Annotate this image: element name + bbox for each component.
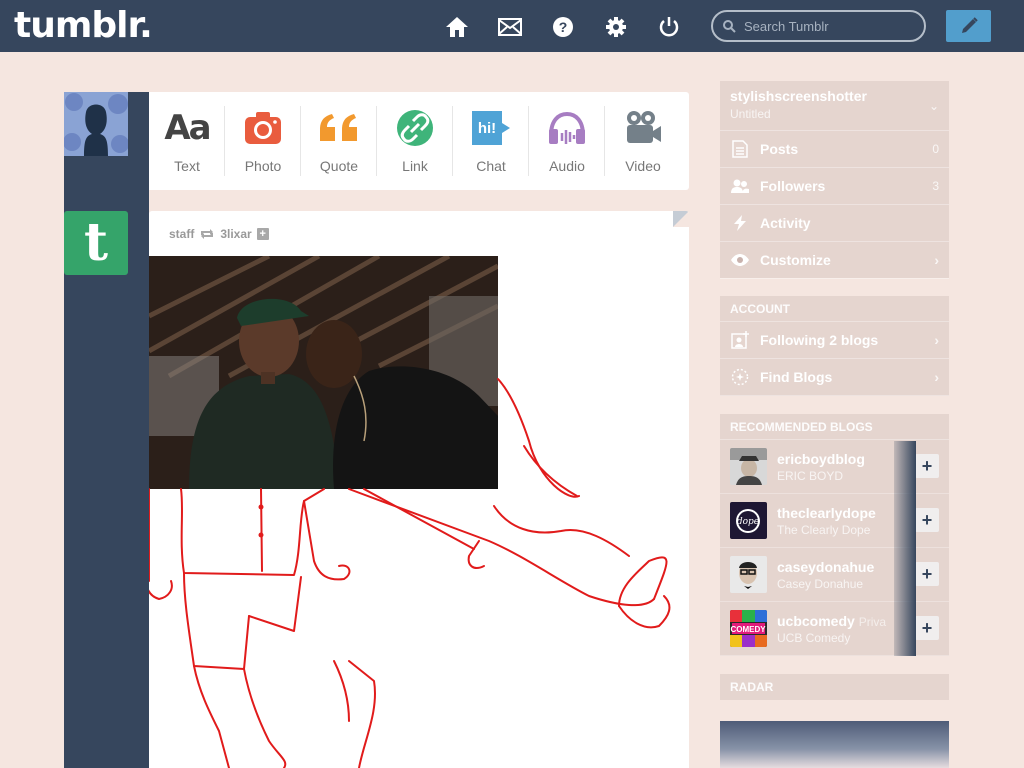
blog-avatar bbox=[730, 448, 767, 485]
following-icon bbox=[730, 330, 750, 350]
dashboard-column bbox=[64, 92, 149, 768]
compose-button[interactable] bbox=[946, 10, 991, 42]
blog-extra-label: Priva bbox=[858, 614, 887, 629]
mail-icon[interactable] bbox=[497, 14, 523, 40]
blog-avatar: dope bbox=[730, 502, 767, 539]
svg-text:hi!: hi! bbox=[478, 120, 496, 137]
sidebar-item-label: Find Blogs bbox=[760, 369, 833, 385]
sidebar-item-followers[interactable]: Followers 3 bbox=[720, 168, 949, 205]
blog-name: caseydonahue bbox=[777, 558, 875, 575]
blog-avatar bbox=[730, 556, 767, 593]
blog-name: theclearlydope bbox=[777, 504, 876, 521]
quote-icon bbox=[318, 108, 360, 148]
blog-header[interactable]: stylishscreenshotter Untitled ⌄ bbox=[720, 81, 949, 131]
radar-section-title: RADAR bbox=[730, 680, 774, 694]
blog-title: ERIC BOYD bbox=[777, 468, 844, 483]
sidebar-item-label: Activity bbox=[760, 215, 811, 231]
follow-button[interactable]: + bbox=[915, 508, 939, 532]
post-type-label: Video bbox=[625, 158, 661, 174]
power-icon[interactable] bbox=[656, 14, 682, 40]
sidebar-item-posts[interactable]: Posts 0 bbox=[720, 131, 949, 168]
followers-icon bbox=[730, 176, 750, 196]
posts-count: 0 bbox=[932, 142, 939, 156]
chevron-right-icon: › bbox=[934, 369, 939, 385]
search-input[interactable] bbox=[744, 18, 914, 34]
blog-name: ericboydblog bbox=[777, 450, 865, 467]
post-type-link[interactable]: Link bbox=[377, 92, 453, 190]
blog-title: The Clearly Dope bbox=[777, 522, 871, 537]
post-type-label: Chat bbox=[476, 158, 506, 174]
tumblr-logo[interactable]: tumblr. bbox=[14, 6, 153, 46]
recommended-section-title: RECOMMENDED BLOGS bbox=[720, 414, 949, 440]
post-type-label: Photo bbox=[244, 158, 282, 174]
video-camera-icon bbox=[623, 108, 663, 148]
post-type-quote[interactable]: Quote bbox=[301, 92, 377, 190]
post-type-bar: Aa Text Photo Quote Link hi! Chat Audio bbox=[149, 92, 689, 190]
follow-button[interactable]: + bbox=[915, 454, 939, 478]
post-type-label: Text bbox=[174, 158, 200, 174]
pencil-icon bbox=[961, 17, 978, 33]
post-type-video[interactable]: Video bbox=[605, 92, 681, 190]
user-avatar[interactable] bbox=[64, 92, 128, 156]
post-type-audio[interactable]: Audio bbox=[529, 92, 605, 190]
post-card: staff 3lixar + bbox=[149, 211, 689, 768]
svg-text:COMEDY: COMEDY bbox=[730, 625, 766, 634]
blog-menu: stylishscreenshotter Untitled ⌄ Posts 0 … bbox=[720, 81, 949, 279]
sidebar-item-find-blogs[interactable]: Find Blogs › bbox=[720, 359, 949, 396]
headphones-icon bbox=[547, 108, 587, 148]
sidebar-item-label: Followers bbox=[760, 178, 826, 194]
sidebar-item-label: Following 2 blogs bbox=[760, 332, 879, 348]
recommended-scroll-shade bbox=[894, 441, 916, 656]
top-header: tumblr. ? bbox=[0, 0, 1024, 52]
sidebar-item-following[interactable]: Following 2 blogs › bbox=[720, 322, 949, 359]
followers-count: 3 bbox=[932, 179, 939, 193]
eye-icon bbox=[730, 250, 750, 270]
staff-avatar[interactable]: t bbox=[64, 211, 128, 275]
text-icon: Aa bbox=[164, 108, 211, 148]
search-box[interactable] bbox=[711, 10, 926, 42]
chevron-down-icon: ⌄ bbox=[928, 99, 939, 113]
svg-text:dope: dope bbox=[737, 517, 759, 527]
blog-title: Casey Donahue bbox=[777, 576, 864, 591]
blog-name: stylishscreenshotter bbox=[730, 88, 867, 104]
post-type-photo[interactable]: Photo bbox=[225, 92, 301, 190]
blog-avatar: COMEDY bbox=[730, 610, 767, 647]
lightning-icon bbox=[730, 213, 750, 233]
radar-section: RADAR bbox=[720, 674, 949, 700]
radar-image[interactable] bbox=[720, 721, 949, 768]
search-icon bbox=[723, 19, 736, 33]
chat-icon: hi! bbox=[470, 108, 512, 148]
find-blogs-icon bbox=[730, 367, 750, 387]
blog-title: UCB Comedy bbox=[777, 630, 851, 645]
link-icon bbox=[396, 108, 434, 148]
account-section-title: ACCOUNT bbox=[720, 296, 949, 322]
chevron-right-icon: › bbox=[934, 332, 939, 348]
account-menu: ACCOUNT Following 2 blogs › Find Blogs › bbox=[720, 296, 949, 396]
camera-icon bbox=[244, 108, 282, 148]
post-type-label: Audio bbox=[549, 158, 585, 174]
blog-name: ucbcomedy Priva bbox=[777, 612, 887, 629]
sidebar-item-label: Posts bbox=[760, 141, 799, 157]
svg-text:?: ? bbox=[559, 19, 568, 35]
home-icon[interactable] bbox=[444, 14, 470, 40]
blog-title: Untitled bbox=[730, 107, 771, 121]
post-type-label: Quote bbox=[319, 158, 359, 174]
sidebar-item-activity[interactable]: Activity bbox=[720, 205, 949, 242]
gear-icon[interactable] bbox=[603, 14, 629, 40]
help-icon[interactable]: ? bbox=[550, 14, 576, 40]
sidebar-item-customize[interactable]: Customize › bbox=[720, 242, 949, 279]
chevron-right-icon: › bbox=[934, 252, 939, 268]
post-type-chat[interactable]: hi! Chat bbox=[453, 92, 529, 190]
follow-button[interactable]: + bbox=[915, 562, 939, 586]
red-sketch-drawing bbox=[149, 378, 671, 768]
sidebar-item-label: Customize bbox=[760, 252, 831, 268]
posts-icon bbox=[730, 139, 750, 159]
follow-button[interactable]: + bbox=[915, 616, 939, 640]
post-type-label: Link bbox=[402, 158, 428, 174]
post-type-text[interactable]: Aa Text bbox=[149, 92, 225, 190]
